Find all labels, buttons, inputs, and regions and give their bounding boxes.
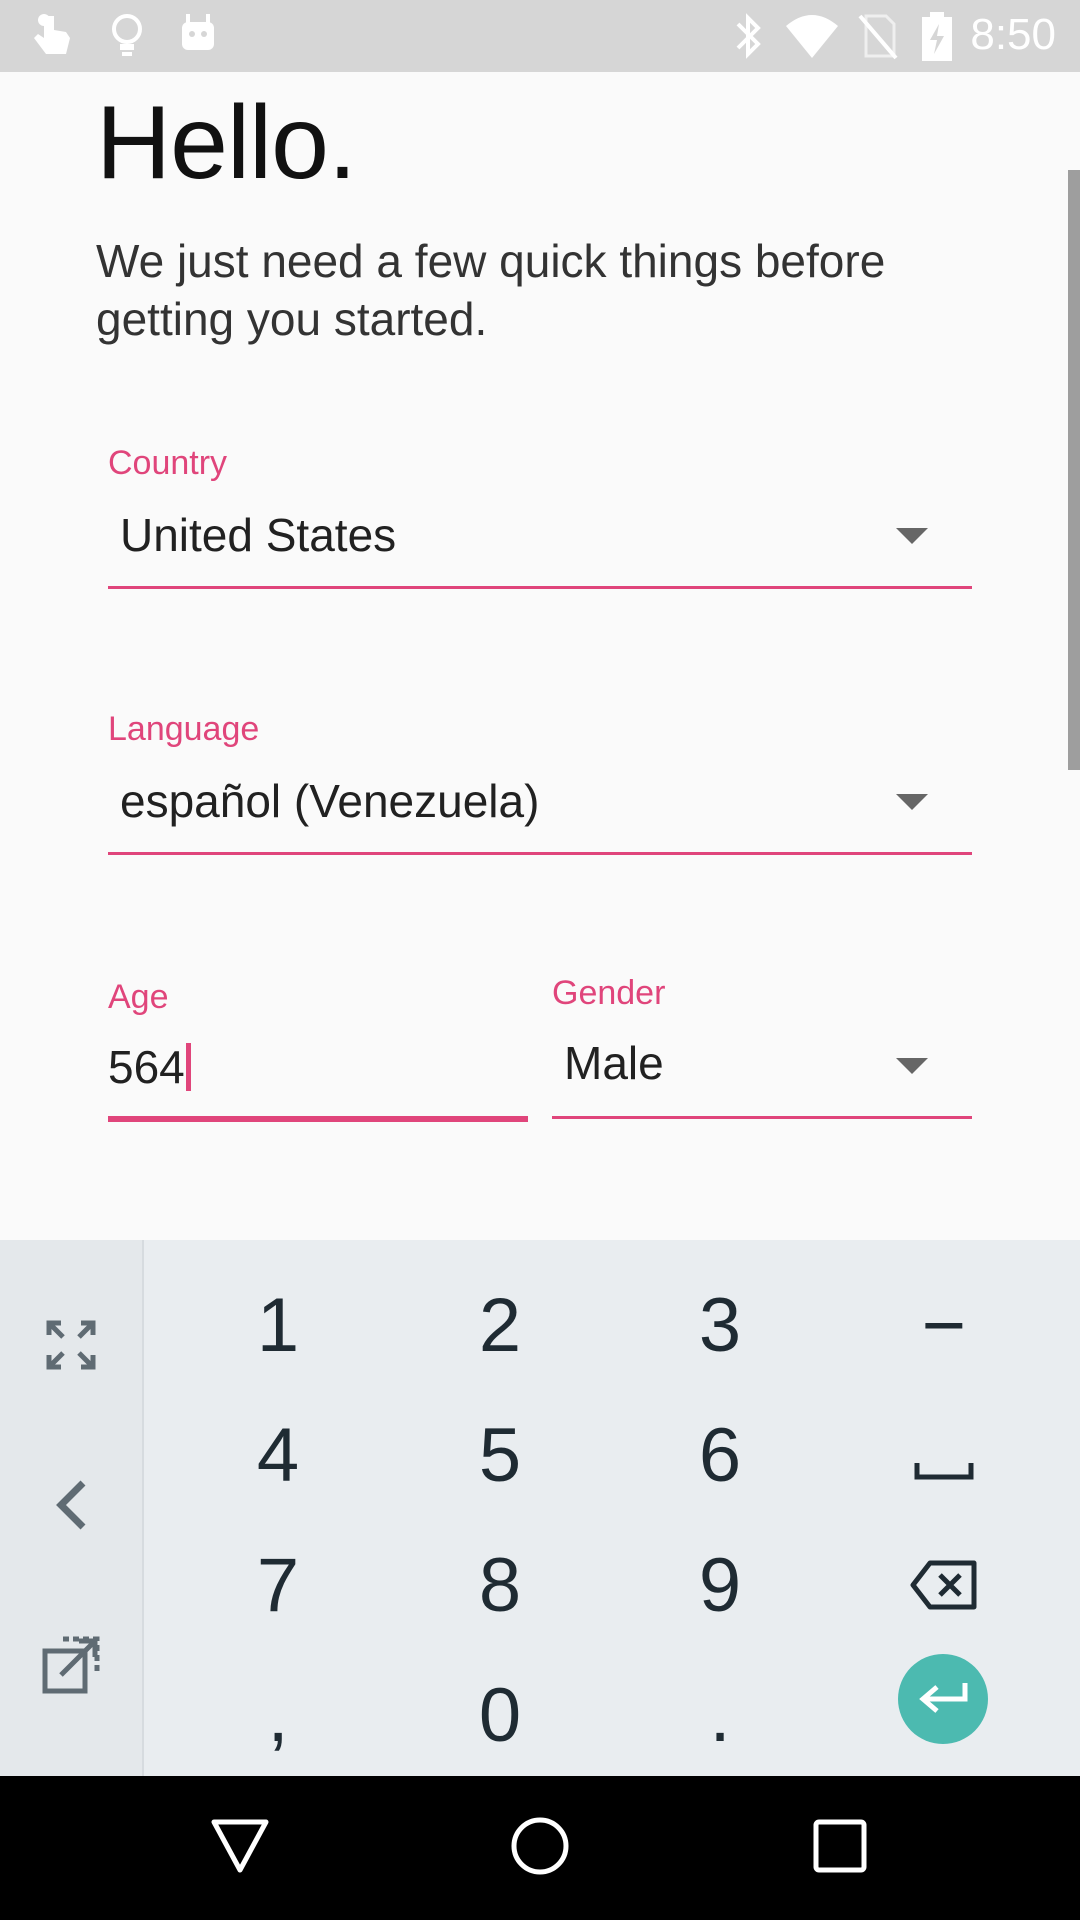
country-underline	[108, 586, 972, 589]
lightbulb-icon	[110, 12, 144, 65]
fullscreen-button[interactable]	[0, 1282, 142, 1412]
key-space[interactable]	[834, 1390, 1054, 1520]
nav-home-button[interactable]	[490, 1806, 590, 1890]
chevron-down-icon[interactable]	[896, 1058, 928, 1081]
setup-form-screen: Hello. We just need a few quick things b…	[0, 72, 1080, 1240]
no-sim-icon	[858, 12, 898, 65]
space-icon	[914, 1412, 974, 1499]
back-button[interactable]	[0, 1442, 142, 1572]
back-chevron-icon	[53, 1479, 89, 1536]
navigation-bar	[0, 1776, 1080, 1920]
key-comma[interactable]: ,	[168, 1650, 388, 1780]
keyboard-sidebar	[0, 1240, 144, 1776]
language-value[interactable]: español (Venezuela)	[120, 774, 539, 828]
android-icon	[178, 12, 218, 61]
page-title: Hello.	[96, 85, 357, 201]
status-bar: 8:50	[0, 0, 1080, 72]
clock: 8:50	[970, 10, 1056, 59]
language-underline	[108, 852, 972, 855]
language-label: Language	[108, 710, 260, 748]
age-input[interactable]: 564	[108, 1040, 191, 1094]
key-6[interactable]: 6	[610, 1390, 830, 1520]
bluetooth-icon	[732, 12, 764, 65]
battery-charging-icon	[920, 12, 954, 67]
age-underline	[108, 1116, 528, 1122]
key-0[interactable]: 0	[390, 1650, 610, 1780]
country-label: Country	[108, 444, 228, 482]
text-caret	[185, 1043, 191, 1091]
back-triangle-icon	[210, 1818, 270, 1879]
age-value: 564	[108, 1041, 185, 1093]
popout-button[interactable]	[0, 1602, 142, 1732]
home-circle-icon	[510, 1816, 570, 1881]
enter-button[interactable]	[898, 1654, 988, 1744]
key-9[interactable]: 9	[610, 1520, 830, 1650]
popout-icon	[41, 1635, 101, 1700]
key-backspace[interactable]	[834, 1520, 1054, 1650]
key-7[interactable]: 7	[168, 1520, 388, 1650]
wifi-icon	[784, 12, 840, 65]
key-5[interactable]: 5	[390, 1390, 610, 1520]
recents-square-icon	[812, 1818, 868, 1879]
key-1[interactable]: 1	[168, 1260, 388, 1390]
intro-text: We just need a few quick things before g…	[96, 235, 886, 345]
key-4[interactable]: 4	[168, 1390, 388, 1520]
chevron-down-icon[interactable]	[896, 528, 928, 551]
touch-icon	[30, 12, 74, 65]
nav-recents-button[interactable]	[790, 1806, 890, 1890]
numeric-keyboard: 1 2 3 − 4 5 6 7 8 9 , 0 .	[0, 1240, 1080, 1776]
gender-value[interactable]: Male	[564, 1036, 664, 1090]
key-dash[interactable]: −	[834, 1260, 1054, 1390]
fullscreen-icon	[45, 1319, 97, 1376]
key-2[interactable]: 2	[390, 1260, 610, 1390]
gender-underline	[552, 1116, 972, 1119]
enter-icon	[917, 1679, 969, 1720]
key-8[interactable]: 8	[390, 1520, 610, 1650]
key-period[interactable]: .	[610, 1650, 830, 1780]
backspace-icon	[910, 1542, 978, 1629]
age-label: Age	[108, 978, 169, 1016]
country-value[interactable]: United States	[120, 508, 396, 562]
key-3[interactable]: 3	[610, 1260, 830, 1390]
scrollbar[interactable]	[1068, 170, 1080, 770]
chevron-down-icon[interactable]	[896, 794, 928, 817]
gender-label: Gender	[552, 974, 666, 1012]
nav-back-button[interactable]	[190, 1806, 290, 1890]
